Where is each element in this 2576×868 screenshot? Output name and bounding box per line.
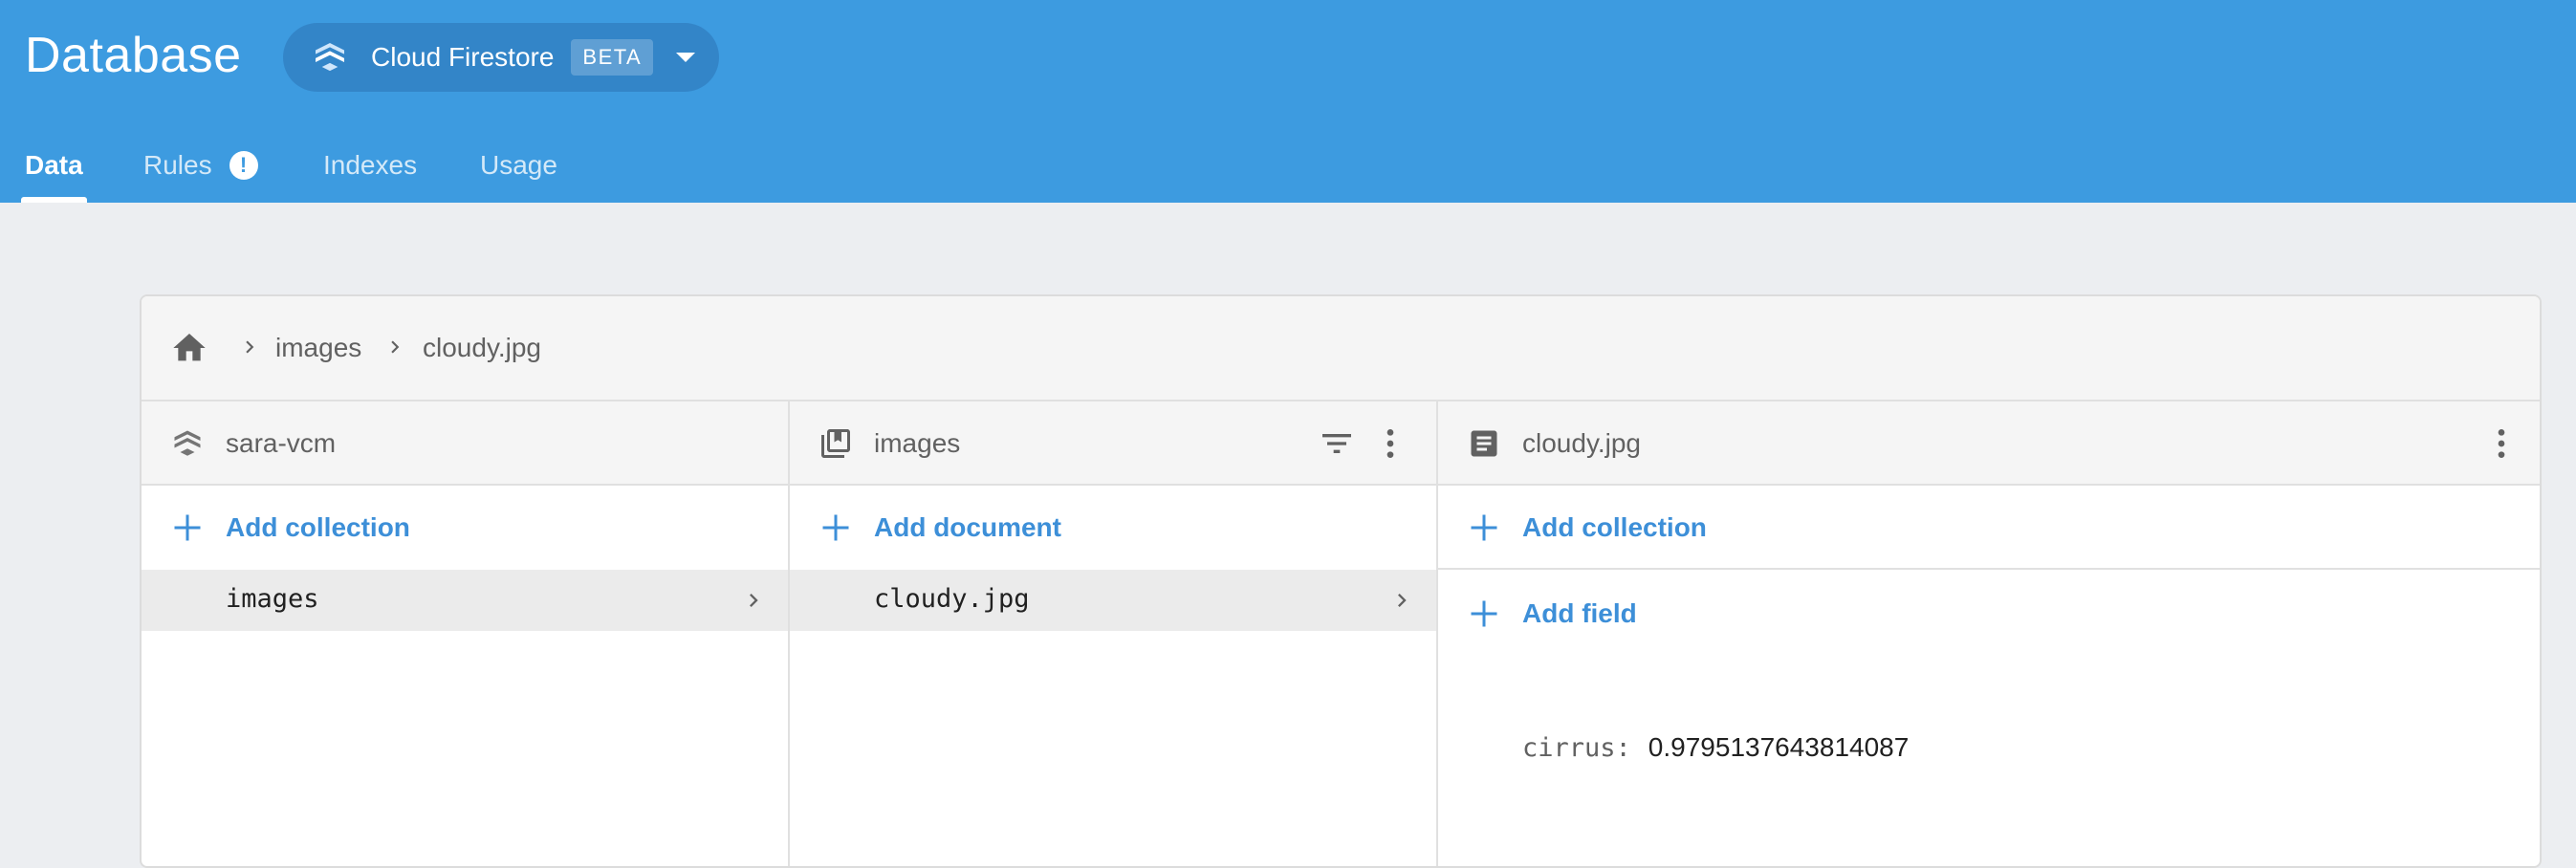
plus-icon — [1467, 510, 1501, 545]
root-panel: sara-vcm Add collection images — [142, 401, 790, 866]
collection-panel: images Add document cloudy.jpg — [790, 401, 1438, 866]
field-value: 0.9795137643814087 — [1648, 732, 1910, 762]
panel-header: cloudy.jpg — [1438, 401, 2540, 486]
add-collection-button[interactable]: Add collection — [142, 486, 788, 570]
tab-usage[interactable]: Usage — [480, 128, 557, 203]
tab-rules[interactable]: Rules ! — [143, 128, 258, 203]
add-field-button[interactable]: Add field — [1438, 572, 2540, 656]
home-icon[interactable] — [170, 329, 208, 367]
list-item[interactable]: cloudy.jpg — [790, 570, 1436, 631]
more-vert-icon[interactable] — [2482, 424, 2521, 463]
chevron-down-icon[interactable] — [676, 53, 696, 62]
add-collection-label: Add collection — [226, 512, 410, 542]
field-key: cirrus: — [1522, 733, 1631, 763]
plus-icon — [819, 510, 853, 545]
add-subcollection-button[interactable]: Add collection — [1438, 486, 2540, 570]
more-vert-icon[interactable] — [1371, 424, 1409, 463]
panel-title: sara-vcm — [226, 428, 337, 458]
collection-name: images — [226, 584, 319, 614]
plus-icon — [1467, 597, 1501, 631]
plus-icon — [170, 510, 205, 545]
breadcrumb-item-document[interactable]: cloudy.jpg — [423, 333, 541, 363]
filter-icon[interactable] — [1318, 424, 1356, 463]
panel-header: images — [790, 401, 1436, 486]
warning-icon: ! — [229, 151, 258, 180]
chevron-right-icon — [237, 335, 262, 359]
document-field[interactable]: cirrus: 0.9795137643814087 — [1522, 732, 1909, 763]
document-name: cloudy.jpg — [874, 584, 1030, 614]
collection-icon — [819, 426, 853, 461]
panel-title: cloudy.jpg — [1522, 428, 1642, 458]
chevron-right-icon — [382, 335, 407, 359]
firestore-icon — [308, 35, 352, 79]
breadcrumb-item-images[interactable]: images — [275, 333, 361, 363]
data-viewer-card: images cloudy.jpg sara-vcm Add collectio… — [140, 294, 2542, 868]
panel-header: sara-vcm — [142, 401, 788, 486]
tab-label: Indexes — [323, 150, 418, 180]
tab-bar: Data Rules ! Indexes Usage — [0, 128, 669, 203]
panel-title: images — [874, 428, 961, 458]
breadcrumb: images cloudy.jpg — [142, 296, 2540, 401]
tab-label: Rules — [143, 150, 212, 180]
tab-label: Usage — [480, 150, 557, 180]
tab-data[interactable]: Data — [21, 128, 87, 203]
app-header: Database Cloud Firestore BETA Data Rules… — [0, 0, 2576, 203]
database-name: Cloud Firestore — [371, 42, 555, 72]
add-field-label: Add field — [1522, 598, 1637, 628]
list-item[interactable]: images — [142, 570, 788, 631]
beta-badge: BETA — [571, 39, 654, 76]
tab-indexes[interactable]: Indexes — [323, 128, 417, 203]
add-document-label: Add document — [874, 512, 1061, 542]
page-title: Database — [25, 28, 242, 83]
document-panel: cloudy.jpg Add collection Add field cirr… — [1438, 401, 2540, 866]
tab-label: Data — [25, 150, 83, 180]
add-collection-label: Add collection — [1522, 512, 1707, 542]
firestore-icon — [170, 426, 205, 461]
document-icon — [1467, 426, 1501, 461]
add-document-button[interactable]: Add document — [790, 486, 1436, 570]
chevron-right-icon — [740, 587, 767, 614]
database-selector[interactable]: Cloud Firestore BETA — [283, 23, 719, 92]
chevron-right-icon — [1388, 587, 1415, 614]
